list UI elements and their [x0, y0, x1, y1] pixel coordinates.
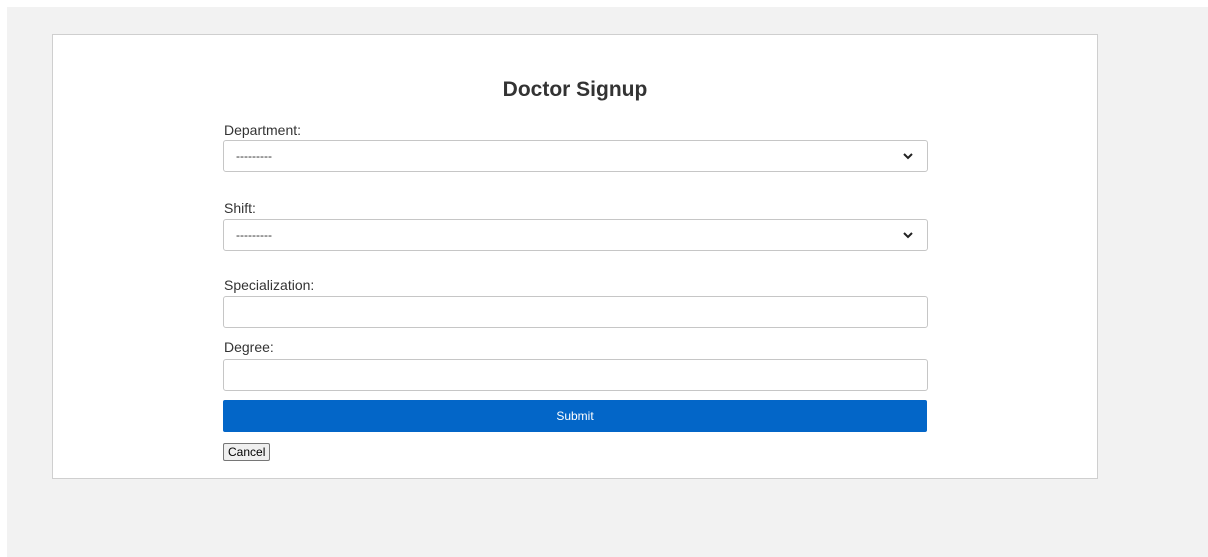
chevron-down-icon — [901, 228, 915, 242]
degree-label: Degree: — [224, 339, 274, 355]
signup-card: Doctor Signup Department: --------- Shif… — [52, 34, 1098, 479]
chevron-down-icon — [901, 149, 915, 163]
shift-selected-value: --------- — [236, 228, 272, 242]
page-title: Doctor Signup — [502, 78, 648, 101]
specialization-label: Specialization: — [224, 277, 315, 293]
specialization-input[interactable] — [223, 296, 928, 328]
department-selected-value: --------- — [236, 149, 272, 163]
department-select[interactable]: --------- — [223, 140, 928, 172]
department-label: Department: — [224, 122, 302, 138]
cancel-button[interactable]: Cancel — [223, 443, 271, 461]
shift-select[interactable]: --------- — [223, 219, 928, 251]
degree-input[interactable] — [223, 359, 928, 391]
submit-button[interactable]: Submit — [223, 400, 927, 432]
shift-label: Shift: — [224, 200, 256, 216]
